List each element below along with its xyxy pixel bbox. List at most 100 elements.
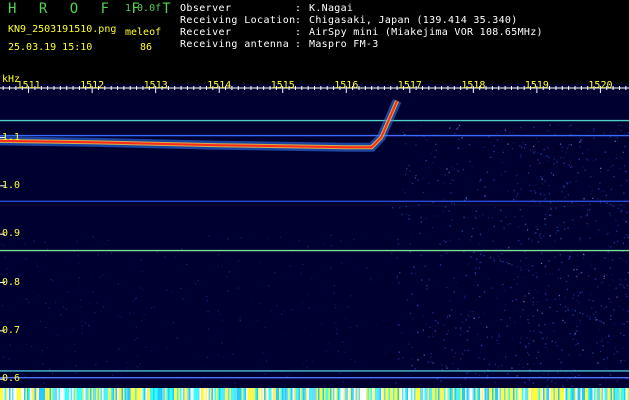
noise-dot bbox=[587, 209, 589, 211]
noise-dot bbox=[603, 322, 605, 324]
noise-dot bbox=[227, 238, 229, 240]
noise-dot bbox=[547, 147, 549, 149]
info-separator: : bbox=[295, 15, 302, 26]
noise-dot bbox=[541, 183, 544, 185]
noise-dot bbox=[437, 322, 439, 324]
noise-dot bbox=[62, 306, 65, 308]
noise-dot bbox=[540, 237, 542, 239]
noise-dot bbox=[578, 158, 580, 160]
noise-dot bbox=[526, 363, 529, 365]
noise-dot bbox=[591, 355, 593, 358]
strip-segment bbox=[205, 388, 207, 400]
noise-dot bbox=[576, 269, 578, 271]
noise-dot bbox=[232, 353, 234, 355]
noise-dot bbox=[516, 283, 518, 285]
noise-dot bbox=[550, 214, 553, 216]
noise-dot bbox=[342, 341, 344, 343]
noise-dot bbox=[593, 130, 595, 132]
noise-dot bbox=[438, 215, 441, 217]
noise-dot bbox=[511, 300, 513, 302]
noise-dot bbox=[563, 162, 565, 164]
noise-dot bbox=[522, 141, 524, 143]
strip-segment bbox=[393, 388, 395, 400]
noise-dot bbox=[401, 213, 403, 216]
strip-segment bbox=[465, 388, 467, 400]
timestamp: 25.03.19 15:10 bbox=[8, 42, 93, 53]
noise-dot bbox=[546, 130, 548, 132]
strip-segment bbox=[501, 388, 503, 400]
strip-segment bbox=[51, 388, 53, 400]
noise-dot bbox=[577, 295, 579, 297]
noise-dot bbox=[594, 268, 596, 270]
noise-dot bbox=[474, 216, 476, 218]
strip-segment bbox=[136, 388, 138, 400]
noise-dot bbox=[479, 233, 481, 235]
noise-dot bbox=[549, 202, 552, 204]
noise-dot bbox=[286, 375, 289, 377]
noise-dot bbox=[553, 158, 555, 160]
noise-dot bbox=[578, 273, 580, 275]
noise-dot bbox=[500, 261, 502, 263]
strip-segment bbox=[279, 388, 281, 400]
noise-dot bbox=[567, 307, 569, 309]
noise-dot bbox=[561, 161, 563, 163]
noise-dot bbox=[578, 301, 580, 304]
noise-dot bbox=[617, 124, 620, 126]
strip-segment bbox=[454, 388, 456, 400]
strip-segment bbox=[570, 388, 572, 400]
noise-dot bbox=[493, 179, 495, 181]
noise-dot bbox=[622, 308, 624, 311]
noise-dot bbox=[529, 149, 531, 151]
noise-dot bbox=[549, 306, 551, 308]
noise-dot bbox=[479, 295, 481, 298]
strip-segment bbox=[295, 388, 297, 400]
noise-dot bbox=[92, 291, 94, 293]
noise-dot bbox=[623, 349, 626, 351]
strip-segment bbox=[127, 388, 129, 400]
noise-dot bbox=[488, 363, 491, 366]
strip-segment bbox=[231, 388, 233, 400]
noise-dot bbox=[544, 218, 546, 220]
noise-dot bbox=[27, 287, 29, 289]
strip-segment bbox=[600, 388, 602, 400]
noise-dot bbox=[519, 316, 521, 318]
noise-dot bbox=[405, 205, 407, 208]
noise-dot bbox=[225, 331, 227, 333]
noise-dot bbox=[449, 225, 451, 227]
strip-segment bbox=[19, 388, 21, 400]
strip-segment bbox=[162, 388, 164, 400]
noise-dot bbox=[129, 312, 131, 314]
noise-dot bbox=[586, 213, 588, 216]
noise-dot bbox=[478, 374, 480, 376]
noise-dot bbox=[462, 169, 465, 171]
noise-dot bbox=[75, 365, 77, 367]
strip-segment bbox=[168, 388, 170, 400]
noise-dot bbox=[519, 267, 522, 269]
noise-dot bbox=[107, 239, 109, 241]
noise-dot bbox=[239, 316, 241, 318]
noise-dot bbox=[197, 280, 199, 282]
noise-dot bbox=[483, 358, 485, 360]
noise-dot bbox=[487, 278, 489, 280]
noise-dot bbox=[480, 323, 482, 325]
noise-dot bbox=[546, 337, 548, 339]
strip-segment bbox=[342, 388, 344, 400]
noise-dot bbox=[587, 148, 590, 151]
noise-dot bbox=[599, 320, 601, 322]
strip-segment bbox=[334, 388, 336, 400]
noise-dot bbox=[9, 344, 11, 346]
noise-dot bbox=[496, 139, 499, 141]
noise-dot bbox=[356, 325, 358, 327]
noise-dot bbox=[528, 354, 530, 356]
noise-dot bbox=[268, 277, 270, 279]
noise-dot bbox=[620, 130, 622, 132]
strip-segment bbox=[621, 388, 623, 400]
noise-dot bbox=[528, 322, 530, 324]
noise-dot bbox=[541, 312, 543, 314]
strip-segment bbox=[303, 388, 305, 400]
noise-dot bbox=[528, 379, 531, 381]
noise-dot bbox=[569, 124, 572, 127]
noise-dot bbox=[302, 362, 304, 364]
strip-segment bbox=[66, 388, 68, 400]
noise-dot bbox=[599, 182, 601, 184]
